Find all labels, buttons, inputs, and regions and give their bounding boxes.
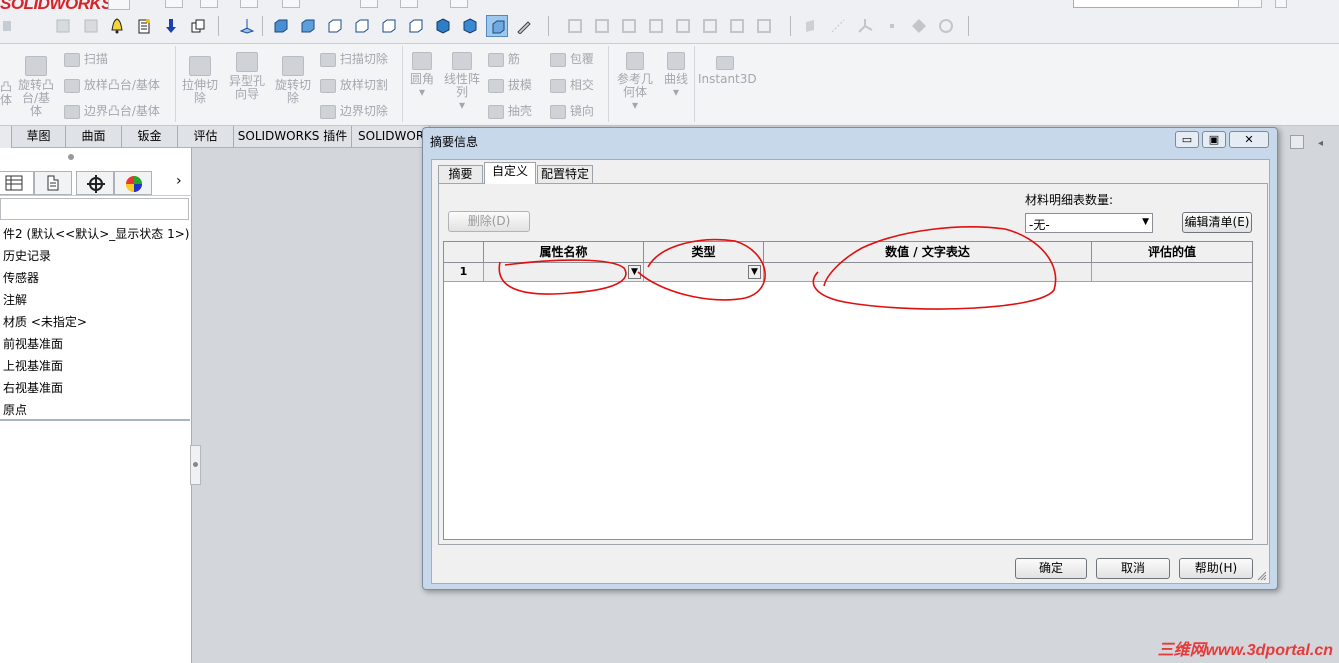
annotation-circle-property-name xyxy=(498,259,627,295)
tab-custom[interactable]: 自定义 xyxy=(484,162,536,184)
red-annotation-marks xyxy=(498,226,1057,310)
annotation-circle-value xyxy=(812,226,1057,310)
annotation-circle-type xyxy=(637,238,766,301)
site-watermark: 三维网www.3dportal.cn xyxy=(1157,642,1333,659)
